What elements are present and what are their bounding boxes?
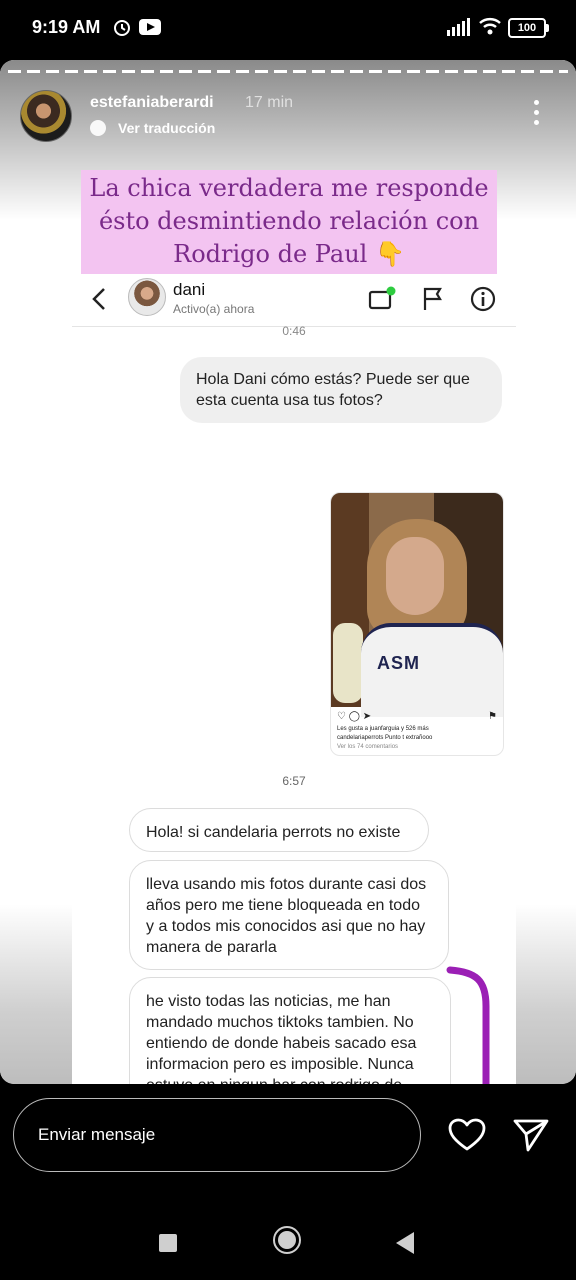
story-username[interactable]: estefaniaberardi: [90, 94, 214, 112]
incoming-message: lleva usando mis fotos durante casi dos …: [129, 860, 449, 970]
highlight-bracket: [446, 966, 490, 1084]
back-arrow-icon: [92, 288, 105, 310]
wifi-icon: [479, 18, 501, 35]
contact-avatar: [128, 278, 166, 316]
send-icon[interactable]: [512, 1117, 550, 1153]
story-user-avatar[interactable]: [20, 90, 72, 142]
post-likes: Les gusta a juanfarguia y 526 más: [337, 726, 429, 732]
home-button[interactable]: [273, 1226, 301, 1254]
shared-post: ASM ♡ ◯ ➤ ⚑ Les gusta a juanfarguia y 52…: [330, 492, 504, 756]
post-caption: candelariaperrots Punto t extrañooo: [337, 735, 433, 741]
dm-screenshot: dani Activo(a) ahora 0:46 Hola Dani cómo…: [72, 274, 516, 1084]
post-photo: ASM: [331, 493, 503, 717]
recent-apps-button[interactable]: [159, 1234, 177, 1252]
story-card[interactable]: estefaniaberardi 17 min Ver traducción L…: [0, 60, 576, 1084]
story-caption: La chica verdadera me responde ésto desm…: [81, 170, 497, 274]
status-bar: 9:19 AM 100: [0, 0, 576, 58]
clock: 9:19 AM: [32, 17, 101, 37]
timestamp: 0:46: [282, 324, 306, 338]
post-action-icons: ♡ ◯ ➤: [337, 711, 372, 722]
info-icon: [470, 286, 496, 312]
translate-icon[interactable]: [90, 120, 106, 136]
battery-indicator: 100: [508, 18, 549, 38]
timestamp: 6:57: [282, 774, 306, 788]
heart-icon[interactable]: [448, 1118, 486, 1152]
alarm-icon: [114, 20, 130, 36]
message-input[interactable]: Enviar mensaje: [13, 1098, 421, 1172]
story-progress-bar: [8, 70, 568, 73]
shirt-logo: ASM: [377, 653, 420, 673]
back-button[interactable]: [396, 1232, 414, 1254]
dm-header: dani Activo(a) ahora: [72, 274, 516, 327]
flag-icon: [423, 287, 442, 310]
more-options-icon[interactable]: [534, 100, 540, 130]
post-comments: Ver los 74 comentarios: [337, 744, 399, 750]
incoming-message: Hola! si candelaria perrots no existe: [129, 808, 429, 852]
video-call-icon: [368, 286, 396, 310]
incoming-message: he visto todas las noticias, me han mand…: [129, 977, 451, 1084]
reply-bar: Enviar mensaje: [0, 1084, 576, 1280]
outgoing-message: Hola Dani cómo estás? Puede ser que esta…: [180, 357, 502, 423]
bookmark-icon: ⚑: [488, 711, 497, 722]
contact-name: dani: [173, 280, 206, 299]
contact-status: Activo(a) ahora: [173, 302, 255, 316]
youtube-icon: [139, 19, 161, 35]
signal-icon: [447, 18, 470, 36]
story-time-ago: 17 min: [245, 94, 294, 111]
translate-button[interactable]: Ver traducción: [118, 120, 215, 136]
